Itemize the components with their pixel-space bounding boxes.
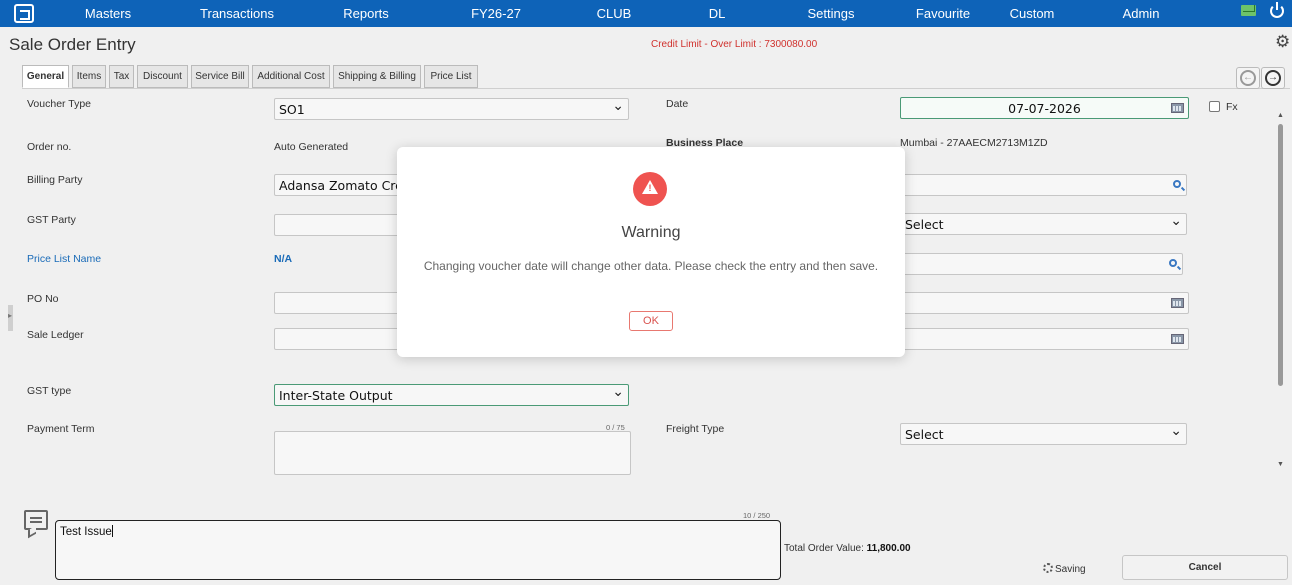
dialog-message: Changing voucher date will change other … (423, 259, 879, 273)
dialog-title: Warning (621, 224, 681, 241)
warning-icon (633, 172, 667, 206)
modal-overlay: Warning Changing voucher date will chang… (0, 0, 1292, 585)
warning-dialog: Warning Changing voucher date will chang… (397, 147, 905, 357)
ok-button[interactable]: OK (629, 311, 673, 331)
